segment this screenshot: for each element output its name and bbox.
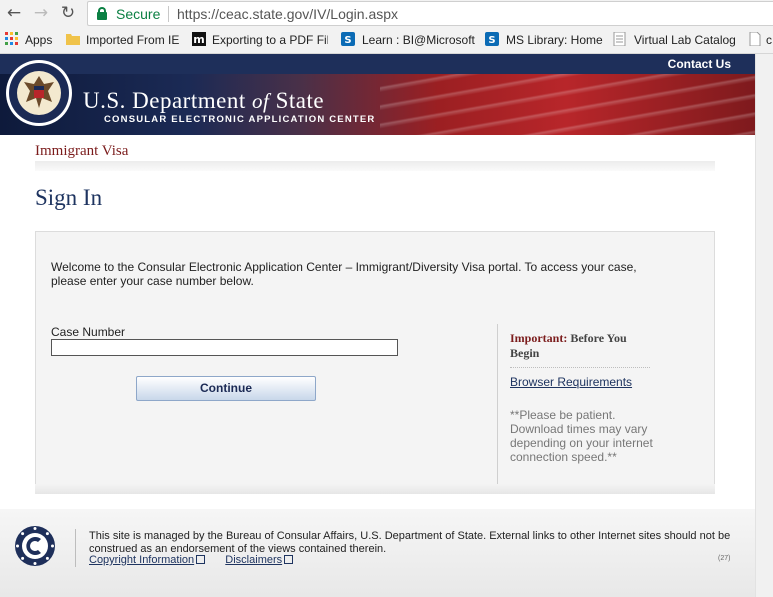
- external-link-icon: [196, 555, 206, 564]
- department-subtitle: CONSULAR ELECTRONIC APPLICATION CENTER: [104, 114, 376, 125]
- address-bar[interactable]: Secure https://ceac.state.gov/IV/Login.a…: [87, 1, 773, 26]
- important-divider: [510, 367, 650, 368]
- important-heading: Important: Before You Begin: [510, 331, 627, 360]
- copyright-information-link[interactable]: Copyright Information: [89, 554, 194, 566]
- bookmark-imported-from-ie[interactable]: Imported From IE: [86, 33, 179, 47]
- browser-toolbar: ← → ↻ Secure https://ceac.state.gov/IV/L…: [0, 0, 773, 27]
- bookmark-virtual-lab[interactable]: Virtual Lab Catalog: [634, 33, 736, 47]
- forward-arrow-icon[interactable]: →: [31, 3, 51, 23]
- footer-page-code: (27): [718, 555, 731, 562]
- apps-grid-icon: [5, 32, 18, 45]
- lock-icon: [97, 7, 107, 20]
- case-number-label: Case Number: [51, 325, 126, 339]
- footer-disclaimer-text: This site is managed by the Bureau of Co…: [89, 530, 731, 555]
- section-title: Immigrant Visa: [35, 143, 129, 159]
- reload-icon[interactable]: ↻: [58, 3, 78, 23]
- department-title: U.S. Department of State: [83, 88, 325, 113]
- state-department-seal-icon: [6, 60, 72, 126]
- page-title: Sign In: [35, 185, 103, 210]
- welcome-message: Welcome to the Consular Electronic Appli…: [51, 260, 637, 288]
- sharepoint-icon: S: [485, 32, 499, 46]
- browser-requirements-link[interactable]: Browser Requirements: [510, 375, 632, 389]
- bookmark-ms-library[interactable]: MS Library: Home: [506, 33, 603, 47]
- folder-icon: [66, 34, 80, 45]
- svg-text:m: m: [193, 33, 204, 46]
- omnibox-divider: [168, 6, 169, 22]
- top-utility-bar: Contact Us: [0, 54, 755, 74]
- bookmarks-bar: Apps Imported From IE m Exporting to a P…: [0, 27, 773, 54]
- svg-text:S: S: [344, 35, 351, 46]
- page-icon: [613, 32, 626, 46]
- patience-note: **Please be patient. Download times may …: [510, 408, 653, 464]
- bookmark-learn-bi[interactable]: Learn : BI@Microsoft: [362, 33, 475, 47]
- bookmark-exporting-pdf[interactable]: Exporting to a PDF Fil: [212, 33, 328, 47]
- sidebar-divider: [497, 324, 498, 484]
- footer-links: Copyright Information Disclaimers: [89, 554, 294, 566]
- svg-text:S: S: [488, 35, 495, 46]
- contact-us-link[interactable]: Contact Us: [668, 57, 731, 71]
- m-logo-icon: m: [192, 32, 206, 46]
- page-scrollbar[interactable]: [755, 54, 773, 597]
- back-arrow-icon[interactable]: ←: [4, 3, 24, 23]
- flag-stripes-decoration: [380, 74, 755, 135]
- footer-divider: [75, 529, 76, 567]
- disclaimers-link[interactable]: Disclaimers: [225, 554, 282, 566]
- external-link-icon: [284, 555, 294, 564]
- page-icon: [749, 32, 761, 46]
- bookmark-truncated[interactable]: c: [766, 33, 772, 47]
- url-text[interactable]: https://ceac.state.gov/IV/Login.aspx: [177, 6, 398, 22]
- panel-bottom-shade: [35, 484, 715, 494]
- section-divider: [35, 161, 715, 171]
- continue-button[interactable]: Continue: [136, 376, 316, 401]
- bookmark-apps[interactable]: Apps: [25, 33, 52, 47]
- secure-label: Secure: [116, 6, 161, 22]
- site-header: Contact Us U.S. Department of State CONS…: [0, 54, 755, 135]
- sharepoint-icon: S: [341, 32, 355, 46]
- case-number-input[interactable]: [51, 339, 398, 356]
- consular-affairs-logo-icon: [15, 526, 55, 566]
